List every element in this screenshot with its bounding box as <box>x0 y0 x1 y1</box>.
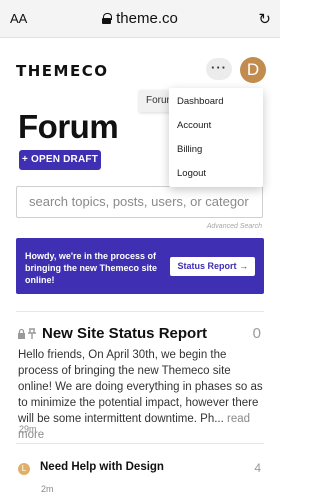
topic-age: 2m <box>41 484 54 494</box>
reply-count: 4 <box>254 461 261 475</box>
lock-icon <box>102 13 113 24</box>
search-input[interactable]: search topics, posts, users, or categor <box>16 186 263 218</box>
menu-item-account[interactable]: Account <box>177 120 211 131</box>
menu-item-billing[interactable]: Billing <box>177 144 202 155</box>
menu-item-dashboard[interactable]: Dashboard <box>177 96 223 107</box>
advanced-search-link[interactable]: Advanced Search <box>207 223 262 230</box>
reply-count: 0 <box>252 325 261 342</box>
topic-title[interactable]: Need Help with Design <box>40 461 164 473</box>
user-menu-dropdown: Dashboard Account Billing Logout <box>169 88 263 187</box>
site-logo[interactable]: THEMECO <box>16 62 108 80</box>
browser-address-bar: AA theme.co ↻ <box>0 0 280 38</box>
url-text: theme.co <box>116 10 178 27</box>
topic-excerpt: Hello friends, On April 30th, we begin t… <box>18 347 266 443</box>
lock-pin-icon <box>18 328 36 339</box>
divider <box>16 311 264 312</box>
excerpt-text: Hello friends, On April 30th, we begin t… <box>18 349 263 425</box>
divider <box>16 443 264 444</box>
more-options-button[interactable]: ··· <box>206 58 232 80</box>
banner-message: Howdy, we're in the process of bringing … <box>25 251 158 285</box>
open-draft-button[interactable]: + OPEN DRAFT <box>19 150 101 170</box>
refresh-icon[interactable]: ↻ <box>258 10 271 28</box>
topic-title[interactable]: New Site Status Report <box>42 325 207 342</box>
topic-author-avatar[interactable]: L <box>18 463 30 475</box>
user-avatar[interactable]: D <box>240 57 266 83</box>
announcement-banner: Howdy, we're in the process of bringing … <box>16 238 264 294</box>
topic-status-icons <box>17 328 39 343</box>
topic-age: 29m <box>19 424 37 434</box>
url-field[interactable]: theme.co <box>0 10 280 27</box>
page-title: Forum <box>18 108 119 145</box>
menu-item-logout[interactable]: Logout <box>177 168 206 179</box>
status-report-button[interactable]: Status Report → <box>170 257 255 276</box>
